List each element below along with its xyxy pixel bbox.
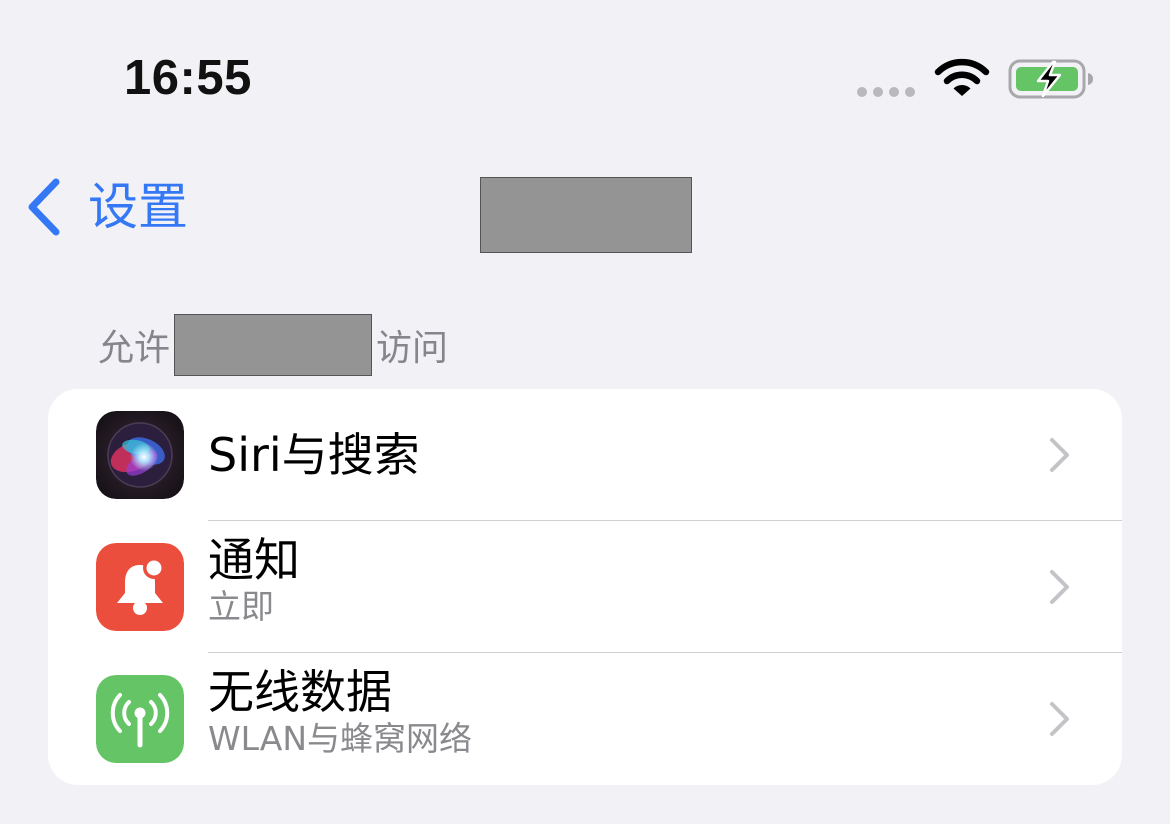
siri-icon	[96, 411, 184, 499]
wireless-data-title: 无线数据	[208, 665, 392, 719]
siri-search-title: Siri与搜索	[208, 428, 420, 482]
notifications-row[interactable]: 通知 立即	[48, 521, 1122, 653]
chevron-right-icon	[1050, 702, 1069, 736]
permissions-group: Siri与搜索 通知 立即 无线数据 WLAN与蜂窝网络	[48, 389, 1122, 785]
notifications-subtitle: 立即	[208, 587, 274, 626]
chevron-left-icon	[28, 178, 60, 236]
chevron-right-icon	[1050, 438, 1069, 472]
siri-search-row[interactable]: Siri与搜索	[48, 389, 1122, 521]
redacted-page-title	[480, 177, 692, 253]
battery-charging-icon	[1008, 59, 1093, 99]
settings-screen: 16:55 设置 允许 访问 Siri与搜索 通知 立即 无线数据 WLAN与蜂…	[0, 0, 1170, 824]
section-header-prefix: 允许	[98, 328, 171, 369]
notifications-title: 通知	[208, 533, 300, 587]
chevron-right-icon	[1050, 570, 1069, 604]
wireless-data-subtitle: WLAN与蜂窝网络	[208, 719, 473, 758]
back-label: 设置	[88, 178, 188, 236]
antenna-icon	[96, 675, 184, 763]
signal-dots-icon	[857, 87, 915, 97]
status-time: 16:55	[124, 51, 252, 105]
section-header-suffix: 访问	[376, 328, 449, 369]
section-header: 允许 访问	[98, 314, 448, 376]
redacted-app-name	[174, 314, 373, 376]
notifications-icon	[96, 543, 184, 631]
wifi-icon	[934, 58, 990, 96]
back-button[interactable]: 设置	[24, 172, 188, 242]
wireless-data-row[interactable]: 无线数据 WLAN与蜂窝网络	[48, 653, 1122, 785]
